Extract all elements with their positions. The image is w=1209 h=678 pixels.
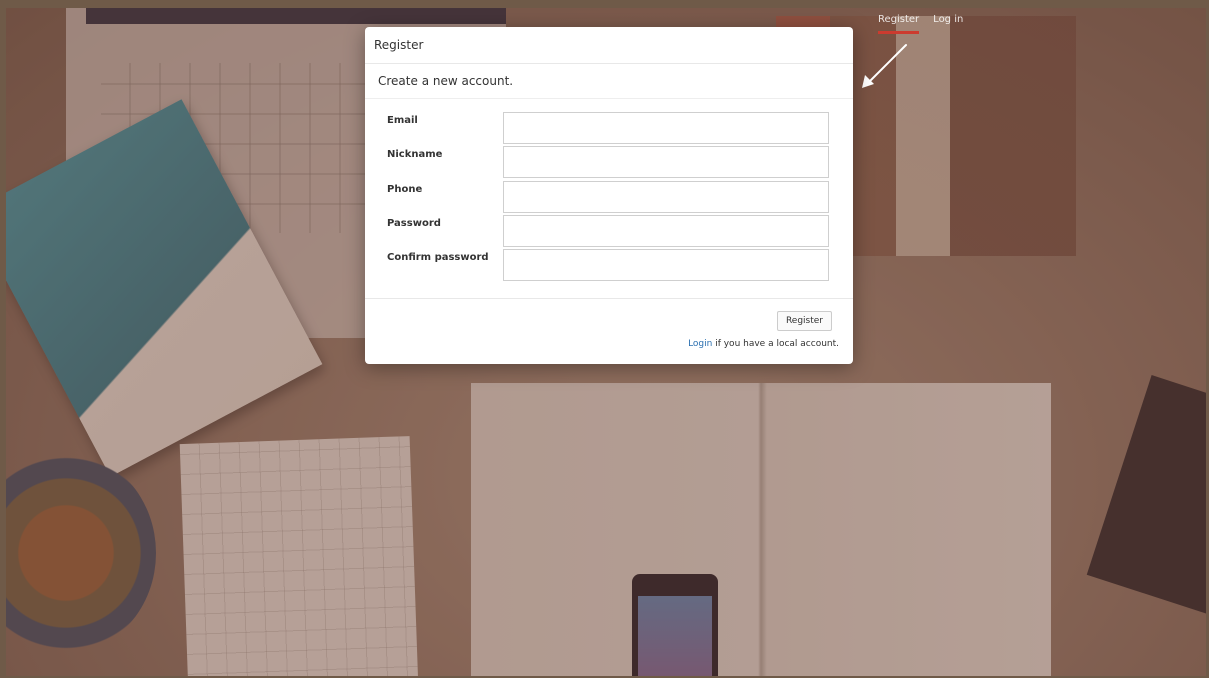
modal-header: Register (365, 27, 853, 64)
nickname-label: Nickname (387, 149, 443, 160)
modal-subtitle-text: Create a new account. (378, 74, 514, 88)
modal-footer: Register Login if you have a local accou… (365, 299, 853, 364)
email-label: Email (387, 115, 418, 126)
password-label: Password (387, 218, 441, 229)
nav-register-link[interactable]: Register (878, 14, 920, 34)
register-button[interactable]: Register (776, 311, 832, 331)
password-field[interactable] (503, 215, 829, 247)
top-nav: Register Log in (878, 14, 963, 34)
confirm-password-label: Confirm password (387, 252, 489, 263)
nickname-field[interactable] (503, 146, 829, 178)
login-link[interactable]: Login (688, 339, 712, 349)
phone-field[interactable] (503, 181, 829, 213)
modal-title: Register (374, 38, 424, 52)
email-field[interactable] (503, 112, 829, 144)
arrow-pointer-icon (862, 44, 907, 88)
modal-subtitle: Create a new account. (365, 64, 853, 99)
nav-login-link[interactable]: Log in (933, 14, 963, 34)
confirm-password-field[interactable] (503, 249, 829, 281)
register-form: Email Nickname Phone Password Confirm pa… (365, 99, 853, 299)
local-account-note: Login if you have a local account. (688, 339, 839, 349)
register-modal: Register Create a new account. Email Nic… (365, 27, 853, 364)
page-root: Register Log in Register Create a new ac… (0, 0, 1209, 678)
phone-label: Phone (387, 184, 423, 195)
login-suffix-text: if you have a local account. (712, 339, 839, 349)
